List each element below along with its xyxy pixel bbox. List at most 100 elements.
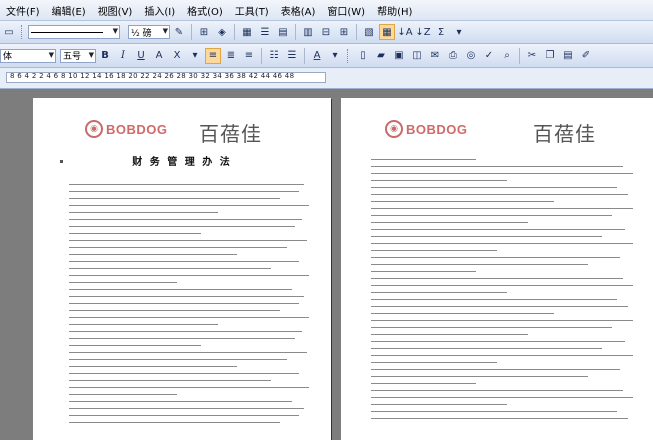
text-line (69, 421, 281, 423)
show-hide-gridlines-icon[interactable]: ▦ (379, 24, 395, 40)
table-autoformat-icon[interactable]: ▧ (361, 24, 377, 40)
text-line (69, 204, 309, 206)
new-document-icon[interactable]: ▯ (355, 48, 371, 64)
insert-table-icon[interactable]: ▦ (239, 24, 255, 40)
char-border-button[interactable]: A (151, 48, 167, 64)
text-line (69, 414, 300, 416)
char-scale-icon[interactable]: X (169, 48, 185, 64)
line-style-combo[interactable]: ▼ (28, 25, 120, 39)
distribute-cols-icon[interactable]: ⊞ (336, 24, 352, 40)
text-line (371, 165, 623, 167)
menu-item[interactable]: 文件(F) (0, 3, 46, 18)
menu-item[interactable]: 窗口(W) (321, 3, 371, 18)
document-page-right[interactable]: ◉ BOBDOG 百蓓佳 (341, 98, 653, 440)
toolbar-options-icon[interactable]: ▾ (451, 24, 467, 40)
align-left-icon[interactable]: ≡ (205, 47, 221, 64)
text-line (371, 193, 628, 195)
text-line (371, 382, 476, 384)
document-title: 财 务 管 理 办 法 (132, 157, 232, 168)
logo-text: BOBDOG (106, 121, 168, 137)
align-center-icon[interactable]: ≣ (223, 48, 239, 64)
insert-row-icon[interactable]: ☰ (257, 24, 273, 40)
font-color-button[interactable]: A (309, 48, 325, 64)
underline-button[interactable]: U (133, 48, 149, 64)
text-line (371, 158, 476, 160)
separator (356, 24, 357, 40)
copy-icon[interactable]: ❐ (542, 48, 558, 64)
dropdown-arrow-icon[interactable]: ▾ (187, 48, 203, 64)
sort-descending-icon[interactable]: ↓Z (415, 24, 431, 40)
numbering-icon[interactable]: ☷ (266, 48, 282, 64)
text-line (69, 295, 305, 297)
text-line (69, 197, 281, 199)
text-line (69, 211, 218, 213)
text-line (69, 218, 302, 220)
text-line (69, 274, 309, 276)
research-icon[interactable]: ⌕ (499, 48, 515, 64)
page-setup-icon[interactable]: ▭ (1, 24, 17, 40)
save-icon[interactable]: ▣ (391, 48, 407, 64)
italic-button[interactable]: I (115, 48, 131, 64)
text-line (371, 291, 508, 293)
font-size-value: 五号 (63, 52, 82, 62)
text-line (69, 309, 281, 311)
ruler-numbers: 8 6 4 2 2 4 6 8 10 12 14 16 18 20 22 24 … (10, 72, 295, 80)
email-icon[interactable]: ✉ (427, 48, 443, 64)
text-line (371, 179, 508, 181)
text-line (69, 330, 302, 332)
text-line (371, 221, 529, 223)
align-cells-icon[interactable]: ▥ (300, 24, 316, 40)
text-line (69, 316, 309, 318)
distribute-rows-icon[interactable]: ⊟ (318, 24, 334, 40)
menu-item[interactable]: 帮助(H) (371, 3, 418, 18)
permission-icon[interactable]: ◫ (409, 48, 425, 64)
dropdown-arrow-icon[interactable]: ▾ (327, 48, 343, 64)
text-line (371, 256, 620, 258)
toolbar-grip[interactable] (21, 25, 25, 39)
bold-button[interactable]: B (97, 48, 113, 64)
menu-item[interactable]: 表格(A) (275, 3, 322, 18)
separator (234, 24, 235, 40)
font-size-combo[interactable]: 五号 ▼ (60, 48, 96, 63)
align-right-icon[interactable]: ≡ (241, 48, 257, 64)
text-line (69, 323, 218, 325)
document-page-left[interactable]: ◉ BOBDOG 百蓓佳 财 务 管 理 办 法 (33, 98, 331, 440)
bullets-icon[interactable]: ☰ (284, 48, 300, 64)
pen-color-icon[interactable]: ✎ (171, 24, 187, 40)
menu-item[interactable]: 插入(I) (138, 3, 181, 18)
autosum-icon[interactable]: Σ (433, 24, 449, 40)
text-line (69, 225, 295, 227)
menu-item[interactable]: 视图(V) (92, 3, 139, 18)
open-folder-icon[interactable]: ▰ (373, 48, 389, 64)
shading-icon[interactable]: ◈ (214, 24, 230, 40)
text-line (371, 200, 555, 202)
menu-item[interactable]: 编辑(E) (46, 3, 92, 18)
text-line (69, 407, 305, 409)
merge-cells-icon[interactable]: ▤ (275, 24, 291, 40)
text-line (371, 368, 620, 370)
font-name-combo[interactable]: 体 ▼ (0, 48, 56, 63)
text-line (371, 354, 633, 356)
text-line (69, 344, 201, 346)
menu-item[interactable]: 工具(T) (229, 3, 275, 18)
horizontal-ruler[interactable]: 8 6 4 2 2 4 6 8 10 12 14 16 18 20 22 24 … (0, 68, 653, 89)
print-preview-icon[interactable]: ◎ (463, 48, 479, 64)
text-line (371, 312, 555, 314)
text-line (69, 358, 288, 360)
text-line (371, 242, 633, 244)
separator (191, 24, 192, 40)
spelling-icon[interactable]: ✓ (481, 48, 497, 64)
text-line (69, 393, 177, 395)
text-line (69, 190, 300, 192)
print-icon[interactable]: ⎙ (445, 48, 461, 64)
format-painter-icon[interactable]: ✐ (578, 48, 594, 64)
paste-icon[interactable]: ▤ (560, 48, 576, 64)
menu-item[interactable]: 格式(O) (181, 3, 229, 18)
toolbar-grip[interactable] (347, 48, 351, 63)
border-icon[interactable]: ⊞ (196, 24, 212, 40)
cut-icon[interactable]: ✂ (524, 48, 540, 64)
text-line (69, 281, 177, 283)
sort-ascending-icon[interactable]: ↓A (397, 24, 413, 40)
line-weight-combo[interactable]: ½ 磅 ▼ (128, 25, 170, 39)
bobdog-dog-icon: ◉ (385, 120, 403, 138)
